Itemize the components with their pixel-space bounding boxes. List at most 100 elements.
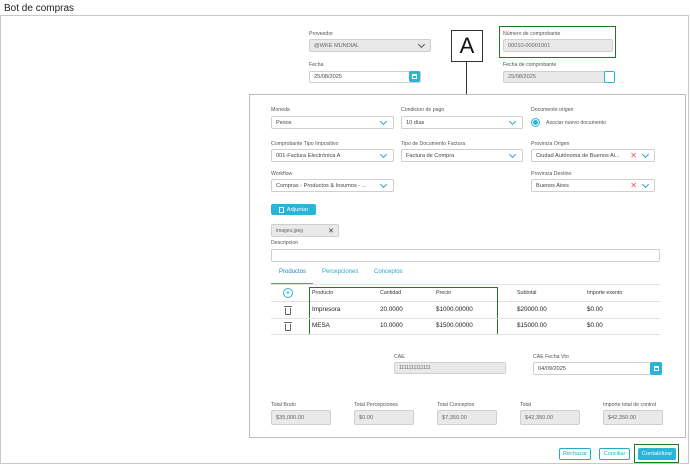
- provincia-origen-value: Ciudad Autónoma de Buenos Ai...: [536, 152, 620, 159]
- tipo-documento-select[interactable]: Factura de Compra: [401, 149, 523, 162]
- calendar-icon: [412, 74, 417, 79]
- trash-icon[interactable]: [284, 322, 292, 331]
- tipo-documento-value: Factura de Compra: [406, 152, 455, 159]
- tab-conceptos[interactable]: Conceptos: [374, 269, 403, 275]
- workflow-select[interactable]: Compras - Productos & Insumos - ...: [271, 179, 394, 192]
- condicion-value: 10 días: [406, 119, 425, 126]
- total-label: Total: [520, 402, 531, 408]
- fecha-comprobante-input[interactable]: 25/08/2025: [503, 71, 615, 83]
- fecha-calendar-button[interactable]: [409, 71, 420, 82]
- page-title: Bot de compras: [4, 3, 75, 14]
- contabilizar-button[interactable]: Contabilizar: [638, 448, 676, 460]
- fecha-comprobante-label: Fecha de comprobante: [503, 62, 557, 68]
- numero-comprobante-value: 00010-00001001: [508, 42, 551, 49]
- tab-percepciones[interactable]: Percepciones: [322, 269, 358, 275]
- descripcion-input[interactable]: [271, 249, 660, 262]
- row2-producto: MESA: [312, 322, 330, 329]
- chevron-down-icon: [641, 150, 650, 159]
- chevron-down-icon: [508, 150, 517, 159]
- condicion-select[interactable]: 10 días: [401, 116, 523, 129]
- numero-comprobante-label: Número de comprobante: [503, 31, 561, 37]
- cae-fecha-value: 04/09/2025: [538, 365, 566, 372]
- row1-producto: Impresora: [312, 306, 341, 313]
- proveedor-value: @WKE MUNDIAL: [314, 42, 360, 49]
- total-bruto-value: $35,000.00: [271, 410, 331, 425]
- provincia-origen-select[interactable]: Ciudad Autónoma de Buenos Ai... ✕: [531, 149, 655, 162]
- descripcion-label: Descripcion: [271, 240, 299, 246]
- asociar-label: Asociar nuevo documento: [546, 120, 606, 126]
- radio-dot-icon: [533, 120, 538, 125]
- file-icon: [278, 206, 284, 213]
- row1-precio: $1000.00000: [436, 306, 473, 313]
- condicion-label: Condicion de pago: [401, 107, 445, 113]
- moneda-select[interactable]: Pesos: [271, 116, 394, 129]
- comprobante-tipo-select[interactable]: 001-Factura Electrónica A: [271, 149, 394, 162]
- trash-icon[interactable]: [284, 306, 292, 315]
- th-subtotal: Subtotal: [517, 290, 537, 296]
- total-conceptos-label: Total Conceptos: [437, 402, 475, 408]
- fecha-input[interactable]: 25/08/2025: [309, 71, 421, 83]
- fecha-comprobante-value: 25/08/2025: [508, 74, 536, 80]
- comprobante-tipo-label: Comprobante Tipo Impositivo: [271, 141, 339, 147]
- cae-input[interactable]: 1111111111111: [394, 362, 506, 374]
- annotation-badge: A: [451, 30, 483, 62]
- proveedor-label: Proveedor: [309, 31, 333, 37]
- table-row-divider: [271, 334, 660, 335]
- attachment-chip: images.jpeg ✕: [271, 224, 339, 237]
- chevron-down-icon: [379, 180, 388, 189]
- total-conceptos-value: $7,350.00: [437, 410, 497, 425]
- remove-attachment-icon[interactable]: ✕: [328, 227, 334, 235]
- importe-control-value: $42,350.00: [603, 410, 663, 425]
- chevron-down-icon: [508, 117, 517, 126]
- badge-connector-line: [466, 62, 467, 94]
- rechazar-button[interactable]: Rechazar: [559, 448, 591, 460]
- chevron-down-icon: [417, 40, 426, 49]
- cae-fecha-calendar-button[interactable]: [650, 362, 662, 375]
- calendar-icon: [653, 366, 659, 371]
- moneda-label: Moneda: [271, 107, 290, 113]
- adjuntar-label: Adjuntar: [286, 206, 309, 213]
- asociar-radio[interactable]: [531, 118, 540, 127]
- cae-label: CAE: [394, 354, 405, 360]
- row1-subtotal: $20000.00: [517, 306, 547, 313]
- add-row-icon[interactable]: +: [283, 288, 293, 298]
- provincia-destino-select[interactable]: Buenos Aires ✕: [531, 179, 655, 192]
- provincia-destino-label: Provincia Destino: [531, 171, 572, 177]
- cae-fecha-label: CAE Fecha Vto: [533, 354, 569, 360]
- importe-control-label: Importe total de control: [603, 402, 657, 408]
- chevron-down-icon: [379, 117, 388, 126]
- th-importe-exento: Importe exento: [587, 290, 623, 296]
- conciliar-button[interactable]: Conciliar: [599, 448, 630, 460]
- chevron-down-icon: [641, 180, 650, 189]
- fecha-comprobante-calendar-button[interactable]: [604, 71, 615, 83]
- tabs-divider: [271, 284, 660, 285]
- provincia-origen-label: Provincia Origen: [531, 141, 570, 147]
- proveedor-select[interactable]: @WKE MUNDIAL: [309, 39, 431, 52]
- workflow-value: Compras - Productos & Insumos - ...: [276, 182, 367, 189]
- total-percepciones-label: Total Percepciones: [354, 402, 398, 408]
- clear-icon[interactable]: ✕: [630, 182, 637, 190]
- row2-exento: $0.00: [587, 322, 603, 329]
- attachment-name: images.jpeg: [276, 227, 303, 234]
- total-percepciones-value: $0.00: [354, 410, 414, 425]
- clear-icon[interactable]: ✕: [630, 152, 637, 160]
- row2-subtotal: $15000.00: [517, 322, 547, 329]
- cae-value: 1111111111111: [399, 365, 431, 371]
- fecha-label: Fecha: [309, 62, 324, 68]
- row2-precio: $1500.00000: [436, 322, 473, 329]
- fecha-value: 25/08/2025: [314, 74, 342, 80]
- tab-productos[interactable]: Productos: [279, 269, 306, 275]
- row1-exento: $0.00: [587, 306, 603, 313]
- comprobante-tipo-value: 001-Factura Electrónica A: [276, 152, 341, 159]
- adjuntar-button[interactable]: Adjuntar: [271, 204, 316, 215]
- table-row-divider: [271, 318, 660, 319]
- row1-cantidad: 20.0000: [380, 306, 403, 313]
- provincia-destino-value: Buenos Aires: [536, 182, 569, 189]
- chevron-down-icon: [379, 150, 388, 159]
- total-value: $42,350.00: [520, 410, 580, 425]
- cae-fecha-input[interactable]: 04/09/2025: [533, 362, 651, 375]
- documento-origen-label: Documento origen: [531, 107, 574, 113]
- numero-comprobante-input[interactable]: 00010-00001001: [503, 39, 613, 52]
- moneda-value: Pesos: [276, 119, 292, 126]
- workflow-label: Workflow: [271, 171, 293, 177]
